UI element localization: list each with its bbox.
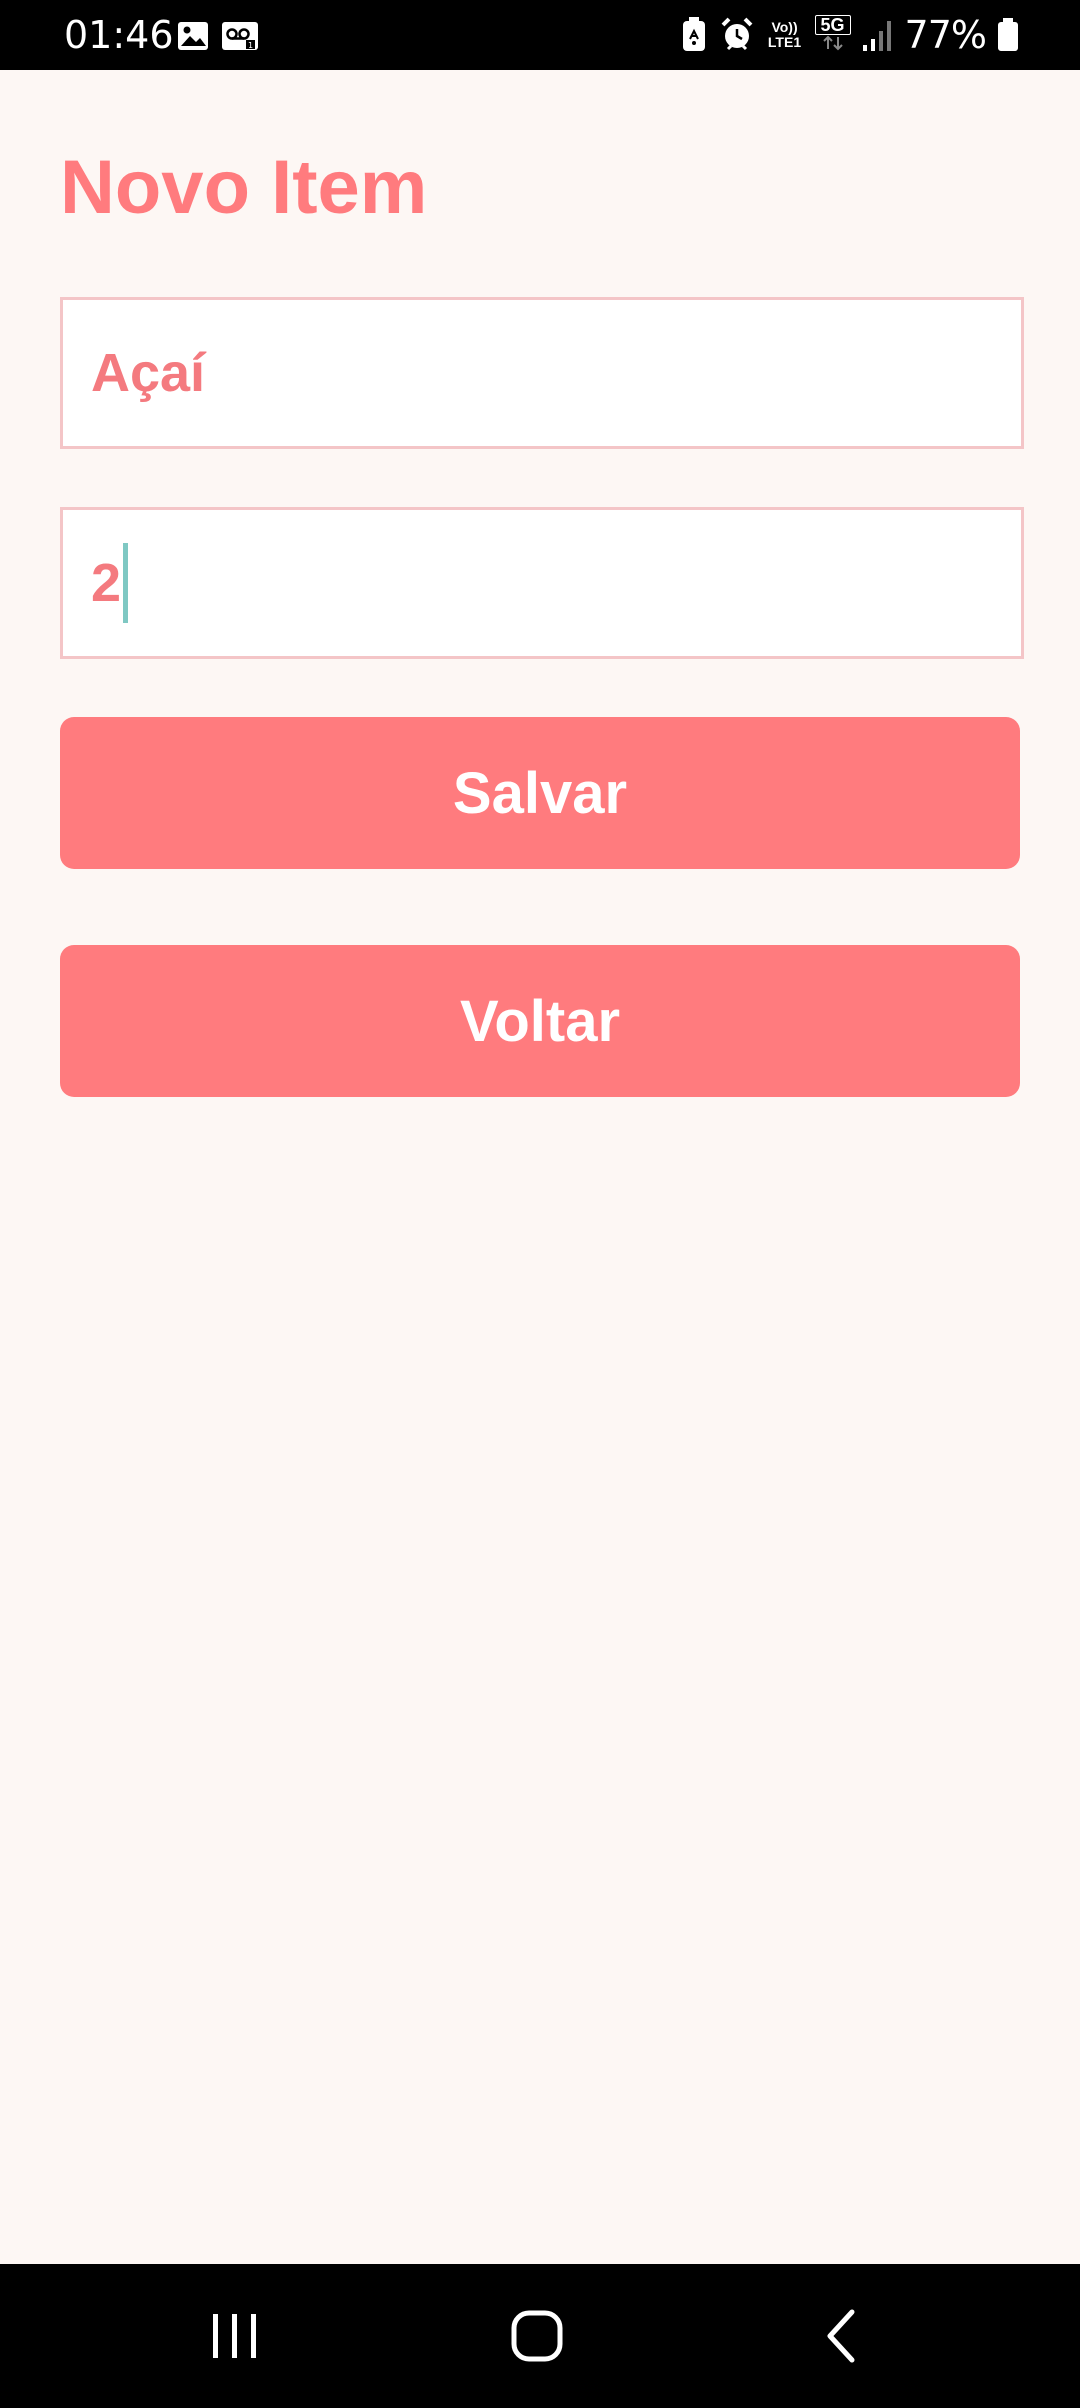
status-bar: 01:46 1 Vo)) LTE1 5G 77% — [0, 0, 1080, 70]
home-button[interactable] — [492, 2291, 582, 2381]
quantity-value: 2 — [91, 553, 122, 613]
recent-apps-button[interactable] — [190, 2291, 280, 2381]
back-nav-button[interactable] — [795, 2291, 885, 2381]
text-caret — [123, 543, 129, 623]
alarm-icon — [721, 17, 752, 51]
volte-label: Vo)) — [771, 19, 798, 35]
5g-label: 5G — [814, 14, 851, 35]
back-button[interactable]: Voltar — [60, 945, 1020, 1097]
5g-icon: 5G — [814, 14, 851, 56]
lte-label: LTE1 — [767, 34, 802, 50]
status-system-icons: Vo)) LTE1 5G 77% — [679, 10, 1020, 60]
back-icon — [827, 2309, 855, 2363]
status-time: 01:46 — [64, 13, 174, 57]
page-title: Novo Item — [60, 145, 428, 230]
item-name-value: Açaí — [91, 343, 206, 403]
battery-saver-icon — [682, 17, 705, 51]
app-screen: 01:46 1 Vo)) LTE1 5G 77% Novo Item Açaí … — [0, 0, 1080, 2408]
image-icon — [178, 22, 208, 50]
item-name-input[interactable]: Açaí — [60, 297, 1024, 449]
status-notification-icons: 1 — [176, 16, 266, 56]
battery-percent: 77% — [904, 13, 987, 57]
signal-icon — [862, 21, 891, 51]
navigation-bar — [0, 2264, 1080, 2408]
svg-text:1: 1 — [248, 41, 253, 50]
battery-icon — [998, 18, 1018, 51]
voicemail-icon: 1 — [222, 22, 258, 50]
home-icon — [511, 2310, 563, 2362]
recent-apps-icon — [213, 2314, 256, 2358]
save-button[interactable]: Salvar — [60, 717, 1020, 869]
quantity-input[interactable]: 2 — [60, 507, 1024, 659]
volte-icon: Vo)) LTE1 — [765, 20, 805, 50]
